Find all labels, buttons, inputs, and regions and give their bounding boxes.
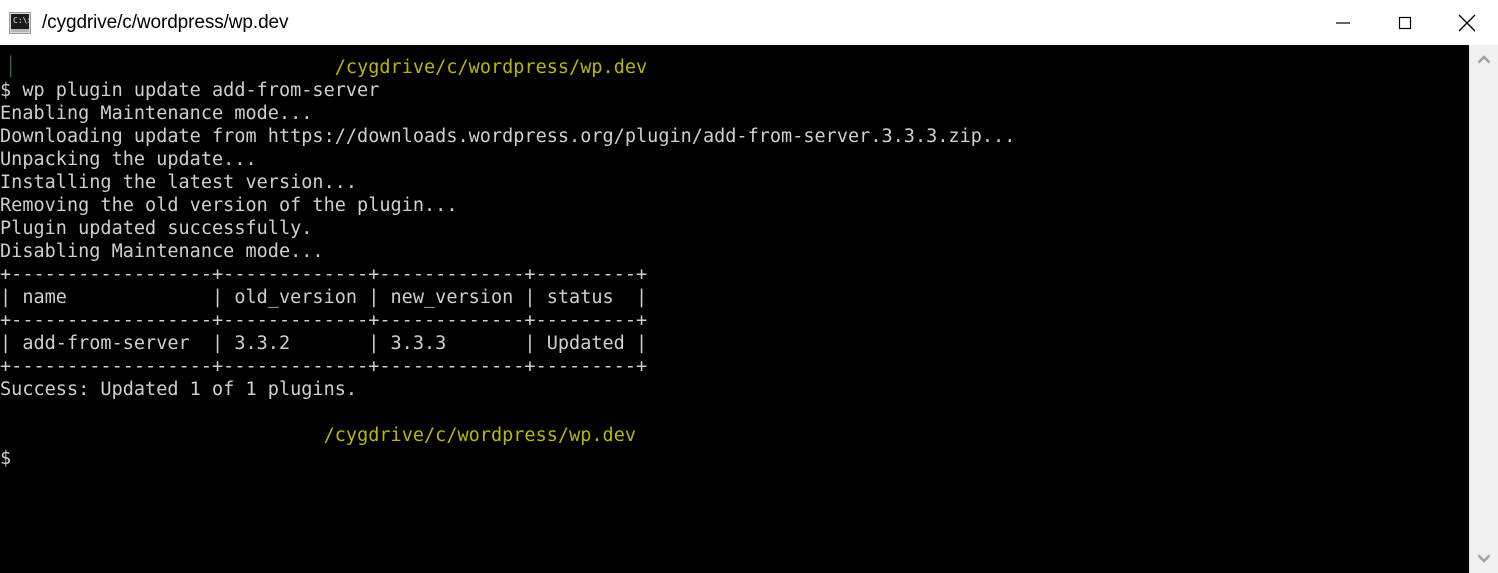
terminal-line: Plugin updated successfully.: [0, 217, 1469, 240]
terminal-line: Enabling Maintenance mode...: [0, 102, 1469, 125]
minimize-icon: [1336, 21, 1350, 24]
terminal-text-segment: | name | old_version | new_version | sta…: [0, 287, 648, 308]
terminal-line: $ wp plugin update add-from-server: [0, 79, 1469, 102]
chevron-down-icon: [1477, 554, 1491, 563]
terminal-text-segment: Plugin updated successfully.: [0, 218, 313, 239]
terminal-text-segment: $: [0, 448, 12, 469]
window-title: /cygdrive/c/wordpress/wp.dev: [42, 11, 289, 33]
terminal-text-segment: | add-from-server | 3.3.2 | 3.3.3 | Upda…: [0, 333, 648, 354]
chevron-up-icon: [1477, 55, 1491, 64]
terminal-line: $: [0, 447, 1469, 470]
terminal-text-segment: Success: Updated 1 of 1 plugins.: [0, 379, 358, 400]
scrollbar-thumb[interactable]: [1470, 75, 1498, 543]
terminal-line: +------------------+-------------+------…: [0, 309, 1469, 332]
terminal-line: | name | old_version | new_version | sta…: [0, 286, 1469, 309]
terminal-text-segment: +------------------+-------------+------…: [0, 264, 648, 285]
terminal-text-segment: Enabling Maintenance mode...: [0, 103, 313, 124]
terminal-content-area[interactable]: ▕ /cygdrive/c/wordpress/wp.dev $ wp plugi…: [0, 45, 1469, 573]
close-button[interactable]: [1436, 0, 1498, 45]
maximize-button[interactable]: [1374, 0, 1436, 45]
terminal-line: Success: Updated 1 of 1 plugins.: [0, 378, 1469, 401]
terminal-output: ▕ /cygdrive/c/wordpress/wp.dev $ wp plugi…: [0, 56, 1469, 470]
terminal-text-segment: Disabling Maintenance mode...: [0, 241, 324, 262]
terminal-icon-base: [11, 28, 29, 32]
window-controls: [1312, 0, 1498, 45]
terminal-scrollbar[interactable]: [1469, 45, 1498, 573]
terminal-text-segment: Unpacking the update...: [0, 149, 257, 170]
title-bar[interactable]: C:\> /cygdrive/c/wordpress/wp.dev: [0, 0, 1498, 45]
terminal-text-segment: $ wp plugin update add-from-server: [0, 80, 380, 101]
terminal-icon-prompt: C:\>: [13, 15, 31, 25]
terminal-line: +------------------+-------------+------…: [0, 263, 1469, 286]
scrollbar-up-button[interactable]: [1470, 45, 1498, 75]
terminal-text-segment: +------------------+-------------+------…: [0, 356, 648, 377]
terminal-line: Unpacking the update...: [0, 148, 1469, 171]
close-icon: [1458, 14, 1476, 31]
maximize-icon: [1398, 16, 1412, 29]
terminal-text-segment: Downloading update from https://download…: [0, 126, 1016, 147]
terminal-line: /cygdrive/c/wordpress/wp.dev: [0, 424, 1469, 447]
terminal-line: Disabling Maintenance mode...: [0, 240, 1469, 263]
terminal-text-segment: +------------------+-------------+------…: [0, 310, 648, 331]
terminal-text-segment: /cygdrive/c/wordpress/wp.dev: [334, 57, 648, 78]
terminal-text-segment: /cygdrive/c/wordpress/wp.dev: [323, 425, 637, 446]
scrollbar-down-button[interactable]: [1470, 543, 1498, 573]
terminal-line: Downloading update from https://download…: [0, 125, 1469, 148]
scrollbar-track[interactable]: [1470, 75, 1498, 543]
terminal-line: Installing the latest version...: [0, 171, 1469, 194]
terminal-line: | add-from-server | 3.3.2 | 3.3.3 | Upda…: [0, 332, 1469, 355]
minimize-button[interactable]: [1312, 0, 1374, 45]
terminal-line: +------------------+-------------+------…: [0, 355, 1469, 378]
terminal-text-segment: Installing the latest version...: [0, 172, 358, 193]
terminal-line: ▕ /cygdrive/c/wordpress/wp.dev: [0, 56, 1469, 79]
terminal-text-segment: ▕: [0, 57, 12, 78]
terminal-text-segment: Removing the old version of the plugin..…: [0, 195, 458, 216]
terminal-window: C:\> /cygdrive/c/wordpress/wp.dev ▕ /cyg…: [0, 0, 1498, 573]
terminal-icon: C:\>: [9, 11, 31, 34]
terminal-line: Removing the old version of the plugin..…: [0, 194, 1469, 217]
